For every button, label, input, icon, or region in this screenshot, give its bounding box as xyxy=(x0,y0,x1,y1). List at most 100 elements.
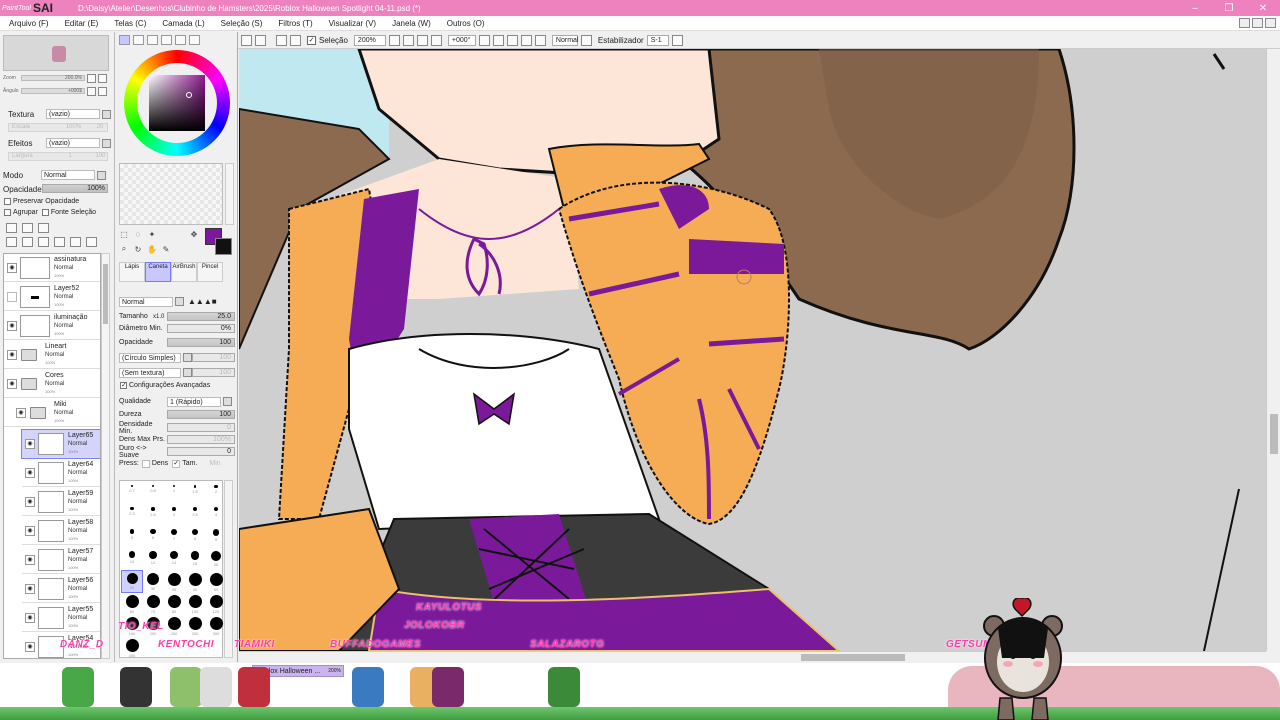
brush-size-preset[interactable]: 8 xyxy=(185,527,205,548)
brush-size-preset[interactable]: 60 xyxy=(122,593,142,614)
brush-size-preset[interactable]: 12 xyxy=(143,549,163,570)
scrollbar-thumb[interactable] xyxy=(1270,414,1278,454)
hand-icon[interactable]: ✋ xyxy=(147,244,157,254)
layer-row[interactable]: ◉ Layer58 Normal 100% xyxy=(22,517,100,545)
brush-size-preset[interactable]: 2.6 xyxy=(143,505,163,526)
rotate-right-icon[interactable] xyxy=(506,34,518,46)
drawing-canvas[interactable]: DANZ_D xyxy=(239,49,1266,651)
merge-down-icon[interactable] xyxy=(38,237,49,247)
menu-camada[interactable]: Camada (L) xyxy=(153,19,211,28)
menu-arquivo[interactable]: Arquivo (F) xyxy=(0,19,56,28)
brush-size-preset[interactable]: 16 xyxy=(185,549,205,570)
brush-size-preset[interactable]: 2 xyxy=(206,483,226,504)
eye-icon[interactable]: ◉ xyxy=(25,583,35,594)
panel-layout-icon[interactable] xyxy=(1265,18,1276,28)
new-folder-icon[interactable] xyxy=(38,223,49,233)
preserve-opacity-checkbox[interactable]: Preservar Opacidade xyxy=(4,198,79,205)
size-slider[interactable]: 25.0 xyxy=(167,312,235,321)
eye-icon[interactable]: ◉ xyxy=(25,467,35,478)
zoom-reset-icon[interactable] xyxy=(430,34,442,46)
blend-mode-select[interactable]: Normal xyxy=(119,296,173,307)
tab-caneta[interactable]: Caneta xyxy=(145,262,171,282)
layer-row-selected[interactable]: ◉ Layer65 Normal 100% xyxy=(21,429,100,459)
hardness-slider[interactable]: 100 xyxy=(167,410,235,419)
scratchpad-scrollbar[interactable] xyxy=(225,163,234,225)
texture-select[interactable]: (vazio) xyxy=(46,109,100,119)
eye-icon[interactable]: ◉ xyxy=(25,554,35,565)
zoom-select[interactable]: 200% xyxy=(353,34,386,46)
blend-dropdown-icon[interactable] xyxy=(580,34,592,46)
merge-icon[interactable] xyxy=(86,237,97,247)
brush-size-preset[interactable]: 7 xyxy=(164,527,184,548)
move-icon[interactable]: ✥ xyxy=(189,229,199,239)
canvas-horizontal-scrollbar[interactable] xyxy=(239,651,1266,663)
brush-size-preset[interactable]: 10 xyxy=(122,549,142,570)
brush-size-preset[interactable]: 4 xyxy=(206,505,226,526)
zoom-in-button[interactable] xyxy=(87,73,96,83)
shape-dropdown-icon[interactable] xyxy=(183,353,192,362)
eye-icon[interactable]: ◉ xyxy=(25,525,35,536)
zoom-in-icon[interactable] xyxy=(416,34,428,46)
maximize-button[interactable]: ❐ xyxy=(1212,0,1246,16)
selection-mask-icon[interactable] xyxy=(290,34,301,46)
mode-dropdown-icon[interactable] xyxy=(97,170,106,180)
menu-outros[interactable]: Outros (O) xyxy=(438,19,492,28)
brush-size-preset[interactable]: 0.7 xyxy=(122,483,142,504)
brush-size-preset[interactable]: 120 xyxy=(206,593,226,614)
texture-dropdown-icon[interactable] xyxy=(102,109,111,119)
rgb-slider-tab-icon[interactable] xyxy=(133,35,144,45)
layer-opacity-slider[interactable]: 100% xyxy=(42,184,108,193)
rotate-right-button[interactable] xyxy=(98,86,107,96)
new-linework-icon[interactable] xyxy=(22,223,33,233)
zoom-out-icon[interactable] xyxy=(402,34,414,46)
layer-row[interactable]: Layer52 Normal 100% xyxy=(4,283,100,311)
brush-size-preset[interactable]: 3.5 xyxy=(185,505,205,526)
color-cursor-icon[interactable] xyxy=(186,92,192,98)
layer-menu-icon[interactable] xyxy=(6,237,17,247)
brush-size-preset[interactable]: 1 xyxy=(164,483,184,504)
brush-size-preset[interactable]: 0.8 xyxy=(143,483,163,504)
panel-layout-icon[interactable] xyxy=(1252,18,1263,28)
stabilizer-dropdown-icon[interactable] xyxy=(671,34,683,46)
scrollbar-thumb[interactable] xyxy=(801,654,905,661)
blend-select[interactable]: Normal xyxy=(551,34,578,46)
brush-size-preset[interactable]: 20 xyxy=(206,549,226,570)
eyedropper-icon[interactable]: ✎ xyxy=(161,244,171,254)
new-layer-icon[interactable] xyxy=(6,223,17,233)
saturation-value-square[interactable] xyxy=(149,75,205,131)
brush-size-preset[interactable]: 250 xyxy=(164,615,184,636)
palette-tab-icon[interactable] xyxy=(175,35,186,45)
tab-lapis[interactable]: Lápis xyxy=(119,262,145,282)
scrollbar-thumb[interactable] xyxy=(103,264,108,324)
eye-icon[interactable]: ◉ xyxy=(25,496,35,507)
eye-icon[interactable]: ◉ xyxy=(7,262,17,273)
eye-icon[interactable]: ◉ xyxy=(25,438,35,449)
brush-size-preset[interactable]: 80 xyxy=(164,593,184,614)
layer-list-scrollbar[interactable] xyxy=(101,253,110,659)
brush-size-preset[interactable]: 350 xyxy=(206,615,226,636)
menu-telas[interactable]: Telas (C) xyxy=(105,19,153,28)
color-wheel[interactable] xyxy=(124,50,230,156)
layer-row[interactable]: ◉ Layer56 Normal 100% xyxy=(22,575,100,603)
deselect-icon[interactable] xyxy=(241,34,252,46)
lasso-icon[interactable]: ◌ xyxy=(133,229,143,239)
brush-size-preset[interactable]: 400 xyxy=(122,637,142,658)
checkbox-icon[interactable] xyxy=(141,459,150,468)
brush-shape-select[interactable]: (Círculo Simples) xyxy=(119,352,181,363)
advanced-settings-checkbox[interactable]: ✓ Configurações Avançadas xyxy=(120,382,210,389)
brush-opacity-slider[interactable]: 100 xyxy=(167,338,235,347)
effects-dropdown-icon[interactable] xyxy=(102,138,111,148)
brush-size-preset[interactable]: 100 xyxy=(185,593,205,614)
delete-layer-icon[interactable] xyxy=(70,237,81,247)
layer-row[interactable]: ◉ Layer57 Normal 100% xyxy=(22,546,100,574)
min-density-slider[interactable]: 0 xyxy=(167,423,235,432)
tab-pincel[interactable]: Pincel xyxy=(197,262,223,282)
size-multiplier[interactable]: x1.0 xyxy=(153,314,167,320)
rotate-left-button[interactable] xyxy=(87,86,96,96)
brush-size-preset[interactable]: 5 xyxy=(122,527,142,548)
rect-select-icon[interactable]: ⬚ xyxy=(119,229,129,239)
mode-select[interactable]: Normal xyxy=(41,170,95,180)
clear-layer-icon[interactable] xyxy=(54,237,65,247)
angle-select[interactable]: +000° xyxy=(447,34,476,46)
brush-size-preset[interactable]: 50 xyxy=(206,571,226,592)
